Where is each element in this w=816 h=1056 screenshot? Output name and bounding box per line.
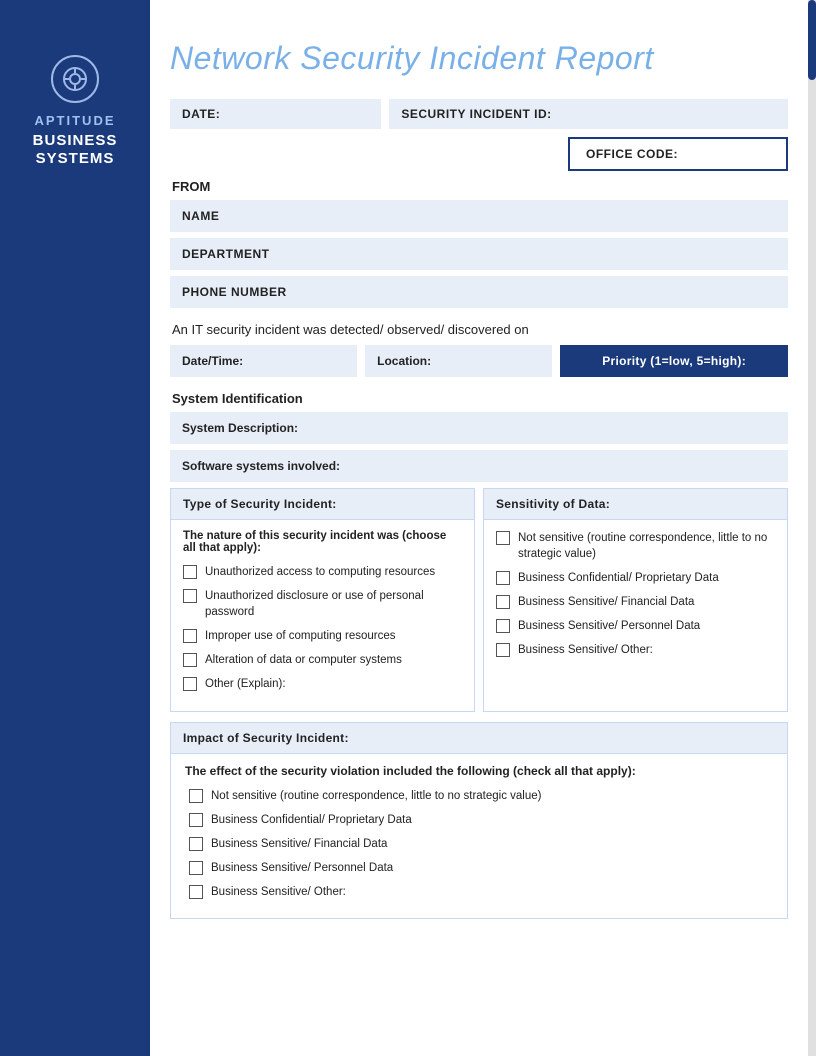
- list-item: Business Sensitive/ Financial Data: [189, 836, 773, 852]
- system-id-label: System Identification: [170, 391, 788, 406]
- checkbox-impact-confidential[interactable]: [189, 813, 203, 827]
- date-incident-row: DATE: SECURITY INCIDENT ID:: [170, 99, 788, 129]
- checkbox-label: Business Confidential/ Proprietary Data: [211, 812, 412, 828]
- checkbox-label: Business Confidential/ Proprietary Data: [518, 570, 719, 586]
- company-name: APTITUDE: [35, 113, 116, 128]
- checkbox-label: Alteration of data or computer systems: [205, 652, 402, 668]
- list-item: Business Confidential/ Proprietary Data: [189, 812, 773, 828]
- checkbox-unauthorized-access[interactable]: [183, 565, 197, 579]
- list-item: Not sensitive (routine correspondence, l…: [189, 788, 773, 804]
- sensitivity-header: Sensitivity of Data:: [484, 489, 787, 520]
- list-item: Unauthorized disclosure or use of person…: [183, 588, 462, 620]
- checkbox-impact-other[interactable]: [189, 885, 203, 899]
- checkbox-other-sensitivity[interactable]: [496, 643, 510, 657]
- type-sensitivity-section: Type of Security Incident: The nature of…: [170, 488, 788, 712]
- priority-button[interactable]: Priority (1=low, 5=high):: [560, 345, 788, 377]
- incident-desc: An IT security incident was detected/ ob…: [172, 322, 788, 337]
- software-systems-field[interactable]: Software systems involved:: [170, 450, 788, 482]
- list-item: Improper use of computing resources: [183, 628, 462, 644]
- date-time-field[interactable]: Date/Time:: [170, 345, 357, 377]
- scrollbar-thumb[interactable]: [808, 0, 816, 80]
- checkbox-label: Business Sensitive/ Other:: [211, 884, 346, 900]
- impact-checkboxes: Not sensitive (routine correspondence, l…: [185, 788, 773, 900]
- office-code-row: OFFICE CODE:: [170, 137, 788, 171]
- name-field[interactable]: NAME: [170, 200, 788, 232]
- checkbox-label: Improper use of computing resources: [205, 628, 395, 644]
- list-item: Business Sensitive/ Personnel Data: [189, 860, 773, 876]
- list-item: Business Sensitive/ Financial Data: [496, 594, 775, 610]
- checkbox-improper-use[interactable]: [183, 629, 197, 643]
- checkbox-impact-financial[interactable]: [189, 837, 203, 851]
- checkbox-other[interactable]: [183, 677, 197, 691]
- checkbox-personnel[interactable]: [496, 619, 510, 633]
- checkbox-label: Unauthorized access to computing resourc…: [205, 564, 435, 580]
- sensitivity-body: Not sensitive (routine correspondence, l…: [484, 520, 787, 677]
- checkbox-label: Other (Explain):: [205, 676, 286, 692]
- checkbox-label: Business Sensitive/ Personnel Data: [518, 618, 700, 634]
- impact-subtitle: The effect of the security violation inc…: [185, 764, 773, 778]
- detection-row: Date/Time: Location: Priority (1=low, 5=…: [170, 345, 788, 377]
- checkbox-label: Business Sensitive/ Financial Data: [211, 836, 387, 852]
- sensitivity-box: Sensitivity of Data: Not sensitive (rout…: [483, 488, 788, 712]
- report-title: Network Security Incident Report: [170, 40, 788, 77]
- checkbox-unauthorized-disclosure[interactable]: [183, 589, 197, 603]
- impact-body: The effect of the security violation inc…: [171, 754, 787, 918]
- office-code-field[interactable]: OFFICE CODE:: [568, 137, 788, 171]
- checkbox-label: Unauthorized disclosure or use of person…: [205, 588, 462, 620]
- main-content: Network Security Incident Report DATE: S…: [150, 0, 808, 969]
- incident-id-field[interactable]: SECURITY INCIDENT ID:: [389, 99, 788, 129]
- checkbox-impact-personnel[interactable]: [189, 861, 203, 875]
- checkbox-label: Business Sensitive/ Other:: [518, 642, 653, 658]
- department-field[interactable]: DEPARTMENT: [170, 238, 788, 270]
- impact-section: Impact of Security Incident: The effect …: [170, 722, 788, 919]
- target-icon: [61, 65, 89, 93]
- impact-header: Impact of Security Incident:: [171, 723, 787, 754]
- from-label: FROM: [170, 179, 788, 194]
- list-item: Business Confidential/ Proprietary Data: [496, 570, 775, 586]
- sidebar: APTITUDE BUSINESSSYSTEMS: [0, 0, 150, 1056]
- list-item: Alteration of data or computer systems: [183, 652, 462, 668]
- checkbox-alteration[interactable]: [183, 653, 197, 667]
- system-desc-field[interactable]: System Description:: [170, 412, 788, 444]
- list-item: Business Sensitive/ Other:: [189, 884, 773, 900]
- phone-field[interactable]: PHONE NUMBER: [170, 276, 788, 308]
- list-item: Unauthorized access to computing resourc…: [183, 564, 462, 580]
- list-item: Business Sensitive/ Other:: [496, 642, 775, 658]
- date-field[interactable]: DATE:: [170, 99, 381, 129]
- checkbox-label: Business Sensitive/ Personnel Data: [211, 860, 393, 876]
- checkbox-label: Business Sensitive/ Financial Data: [518, 594, 694, 610]
- type-of-incident-box: Type of Security Incident: The nature of…: [170, 488, 475, 712]
- list-item: Other (Explain):: [183, 676, 462, 692]
- location-field[interactable]: Location:: [365, 345, 552, 377]
- company-logo-icon: [51, 55, 99, 103]
- type-of-incident-body: The nature of this security incident was…: [171, 520, 474, 711]
- type-sub-label: The nature of this security incident was…: [183, 530, 462, 554]
- checkbox-financial[interactable]: [496, 595, 510, 609]
- checkbox-label: Not sensitive (routine correspondence, l…: [211, 788, 541, 804]
- list-item: Business Sensitive/ Personnel Data: [496, 618, 775, 634]
- checkbox-confidential[interactable]: [496, 571, 510, 585]
- checkbox-not-sensitive[interactable]: [496, 531, 510, 545]
- type-of-incident-header: Type of Security Incident:: [171, 489, 474, 520]
- checkbox-label: Not sensitive (routine correspondence, l…: [518, 530, 775, 562]
- scrollbar[interactable]: [808, 0, 816, 1056]
- checkbox-impact-not-sensitive[interactable]: [189, 789, 203, 803]
- company-sub: BUSINESSSYSTEMS: [33, 132, 118, 168]
- list-item: Not sensitive (routine correspondence, l…: [496, 530, 775, 562]
